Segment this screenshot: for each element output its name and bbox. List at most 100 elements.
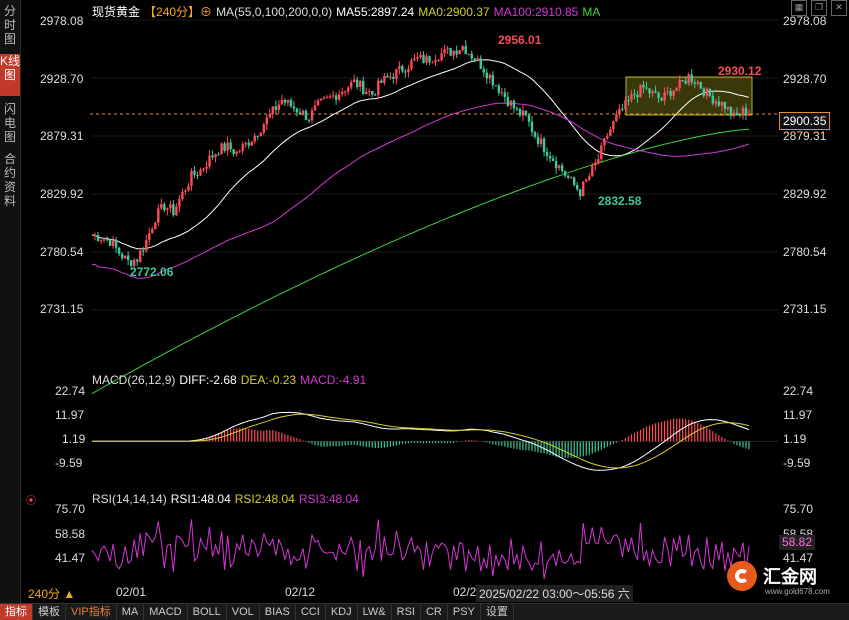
candle-body [633,94,636,96]
candle-body [319,98,323,101]
candle-body [139,250,142,262]
candle-body [253,135,256,142]
rsi-label-left: 41.47 [55,551,86,565]
candle-body [500,92,504,94]
tab-indicators[interactable]: 指标 [0,604,33,620]
candle-body [720,102,724,106]
candle-body [307,119,311,121]
candle-body [569,177,573,179]
candle-body [612,121,615,130]
tab-templates[interactable]: 模板 [33,604,66,620]
annotation-low: 2772.06 [130,265,174,279]
logo-url: www.gold678.com [765,587,830,596]
candle-body [687,74,690,84]
y-label-left: 2780.54 [40,245,84,259]
candle-body [485,72,488,79]
candle-body [232,149,235,154]
candle-body [627,100,630,102]
tab-cci[interactable]: CCI [296,604,326,620]
rsi2-value: RSI2:48.04 [234,492,295,506]
candle-body [241,144,244,152]
tab-ma[interactable]: MA [117,604,145,620]
candle-body [184,190,187,192]
tab-boll[interactable]: BOLL [188,604,227,620]
candle-body [479,58,482,69]
macd-macd: MACD:-4.91 [300,373,367,387]
candle-body [425,56,428,63]
candle-body [690,74,693,83]
candle-body [343,91,347,93]
candle-body [238,151,241,153]
candle-body [741,107,745,115]
candle-body [371,91,374,95]
tab-bias[interactable]: BIAS [260,604,296,620]
tab-vip-indicators[interactable]: VIP指标 [66,604,117,620]
candle-body [340,91,344,95]
rsi-title[interactable]: RSI(14,14,14) [92,492,167,506]
candle-body [678,80,681,88]
candle-body [126,255,130,261]
candle-body [356,79,359,88]
rsi3-value: RSI3:48.04 [298,492,359,506]
candle-body [461,46,464,51]
candle-body [566,175,570,178]
candle-body [220,143,223,155]
price-chart[interactable] [0,0,849,619]
candle-body [431,62,434,64]
annotation-recent-high: 2930.12 [718,64,762,78]
candle-body [407,68,410,73]
candle-body [268,113,272,118]
candle-body [545,151,549,156]
candle-body [274,106,278,110]
tab-rsi[interactable]: RSI [392,604,421,620]
candle-body [467,53,470,55]
candle-body [102,239,106,241]
candle-body [572,177,576,185]
candle-body [732,112,736,116]
candle-body [250,141,253,146]
candle-body [386,76,389,78]
candle-body [123,255,127,259]
tab-settings[interactable]: 设置 [481,604,514,620]
tab-vol[interactable]: VOL [227,604,260,620]
x-label: 02/12 [285,585,316,599]
candle-body [702,88,705,96]
candle-body [449,48,452,56]
candle-body [120,253,124,259]
candle-body [325,97,329,99]
candle-body [271,106,275,114]
y-label-right: 2731.15 [783,302,827,316]
macd-label-left: 1.19 [62,432,86,446]
candle-body [202,168,205,170]
candle-body [443,49,446,54]
tab-kdj[interactable]: KDJ [326,604,358,620]
record-dot-icon: ⦿ [26,496,36,507]
candle-body [557,165,561,169]
tab-lw[interactable]: LW& [358,604,392,620]
candle-body [726,106,730,109]
macd-title[interactable]: MACD(26,12,9) [92,373,175,387]
timeframe-selector[interactable]: 240分 ▲ [28,585,75,602]
candle-body [747,113,751,116]
candle-body [437,60,440,62]
tab-macd[interactable]: MACD [144,604,188,620]
candle-body [660,97,663,101]
candle-body [322,97,326,99]
candle-body [383,76,386,83]
candle-body [259,132,262,137]
rsi-label-left: 75.70 [55,502,86,516]
macd-label-right: 11.97 [783,408,813,422]
candle-body [521,110,525,116]
candle-body [175,206,178,216]
candle-body [588,176,591,180]
candle-body [359,80,362,88]
candle-body [563,171,567,176]
tab-cr[interactable]: CR [421,604,448,620]
candle-body [603,138,606,146]
tab-psy[interactable]: PSY [448,604,481,620]
x-label: 02/01 [116,585,147,599]
candle-body [512,100,516,109]
macd-label-right: 1.19 [783,432,807,446]
candle-body [217,154,220,156]
candle-body [693,82,696,84]
